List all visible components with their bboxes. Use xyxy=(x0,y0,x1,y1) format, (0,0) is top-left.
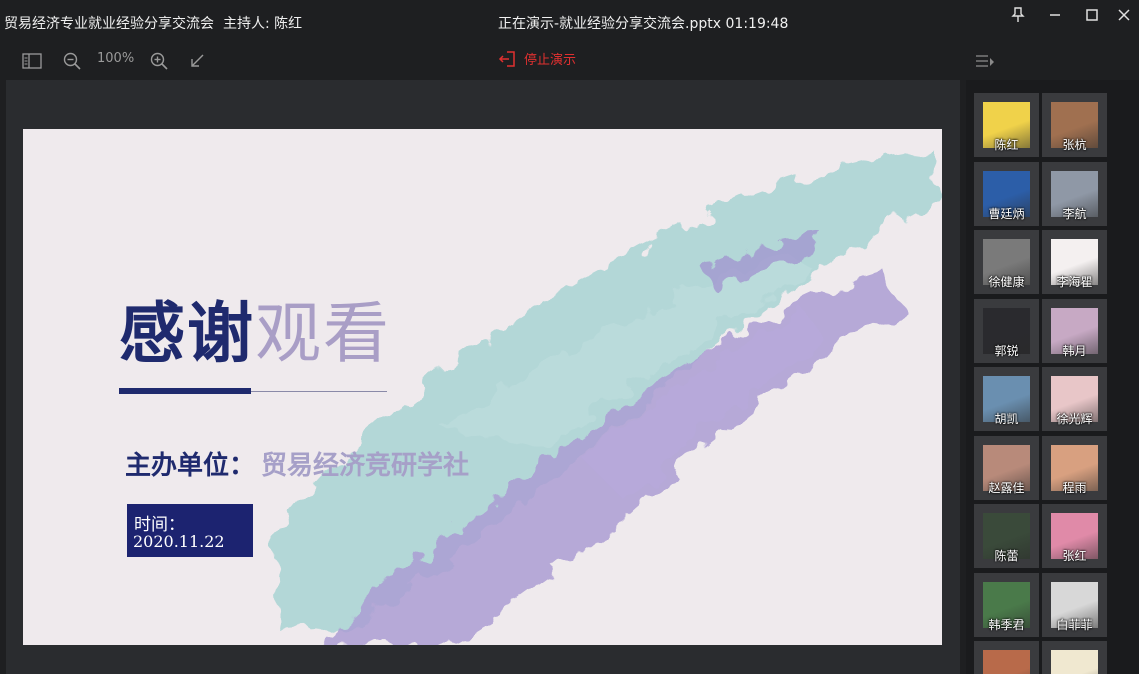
heading-strong-text: 感谢 xyxy=(119,295,255,372)
avatar xyxy=(983,650,1030,674)
presenting-status: 正在演示-就业经验分享交流会.pptx 01:19:48 xyxy=(498,16,789,32)
participant-tile[interactable]: 张杭 xyxy=(1042,93,1107,157)
participant-tile[interactable]: 张红 xyxy=(1042,504,1107,568)
participant-name: 程雨 xyxy=(1062,480,1087,495)
list-collapse-icon xyxy=(976,55,994,67)
participant-name: 徐光辉 xyxy=(1056,412,1093,426)
zoom-out-button[interactable] xyxy=(60,49,84,73)
brush-stroke-decoration xyxy=(273,149,938,645)
title-bar: 贸易经济专业就业经验分享交流会 主持人: 陈红 正在演示-就业经验分享交流会.p… xyxy=(0,0,1139,44)
participant-name: 李海瞿 xyxy=(1056,275,1093,289)
participant-name: 陈红 xyxy=(994,138,1019,152)
presentation-toolbar xyxy=(0,44,960,78)
heading-underline xyxy=(119,388,251,394)
heading-light-text: 观看 xyxy=(255,295,391,372)
participant-name: 韩月 xyxy=(1062,343,1087,358)
participant-name: 曹廷炳 xyxy=(988,206,1025,221)
stop-presenting-label: 停止演示 xyxy=(524,53,577,68)
avatar xyxy=(1051,650,1098,674)
participant-tile[interactable]: 李航 xyxy=(1042,161,1107,226)
minimize-icon xyxy=(1050,14,1060,16)
exit-icon xyxy=(498,50,515,67)
sidebar-icon xyxy=(22,53,42,69)
participant-name: 陈蕾 xyxy=(994,549,1019,563)
participant-tile[interactable] xyxy=(974,641,1039,674)
slide-heading: 感谢观看 xyxy=(119,301,391,367)
participant-name: 韩季君 xyxy=(988,617,1025,632)
participant-tile[interactable] xyxy=(1042,641,1107,674)
stop-presenting-button[interactable]: 停止演示 xyxy=(498,49,576,68)
participant-panel-header xyxy=(960,44,1139,78)
participant-name: 白菲菲 xyxy=(1056,617,1093,632)
participant-name: 郭锐 xyxy=(994,343,1019,358)
participant-name: 李航 xyxy=(1062,206,1087,221)
participant-name: 赵露佳 xyxy=(988,480,1025,495)
maximize-icon xyxy=(1086,9,1098,21)
participant-tile[interactable]: 曹廷炳 xyxy=(974,161,1039,226)
pin-button[interactable] xyxy=(1004,4,1032,26)
fit-window-button[interactable] xyxy=(185,49,209,73)
participant-tile[interactable]: 韩季君 xyxy=(974,572,1039,637)
zoom-in-button[interactable] xyxy=(147,49,171,73)
participant-tile[interactable]: 韩月 xyxy=(1042,298,1107,363)
zoom-out-icon xyxy=(63,52,81,70)
minimize-button[interactable] xyxy=(1041,4,1069,26)
participant-name: 张红 xyxy=(1062,549,1087,563)
meeting-title: 贸易经济专业就业经验分享交流会 xyxy=(4,16,214,32)
participant-tile[interactable]: 郭锐 xyxy=(974,298,1039,363)
participant-name: 徐健康 xyxy=(988,275,1025,289)
sidebar-toggle-button[interactable] xyxy=(20,49,44,73)
zoom-in-icon xyxy=(150,52,168,70)
zoom-level: 100% xyxy=(97,51,135,66)
close-button[interactable] xyxy=(1110,4,1138,26)
host-label: 主持人: 陈红 xyxy=(223,16,303,32)
close-icon xyxy=(1118,9,1130,21)
participant-tile[interactable]: 程雨 xyxy=(1042,435,1107,500)
participant-tile[interactable]: 陈红 xyxy=(974,93,1039,157)
heading-underline-thin xyxy=(251,391,387,392)
participant-name: 张杭 xyxy=(1062,138,1087,152)
participant-name: 胡凯 xyxy=(994,412,1019,426)
date-value: 2020.11.22 xyxy=(133,532,225,551)
participant-tile[interactable]: 陈蕾 xyxy=(974,504,1039,568)
pin-icon xyxy=(1011,7,1025,22)
participant-tile[interactable]: 胡凯 xyxy=(974,367,1039,431)
participant-video-panel: 陈红 张杭曹廷炳 李航徐健康 李海瞿郭锐 韩月胡凯 徐光辉赵露佳 程雨陈蕾 张红韩季君 白菲菲 xyxy=(966,80,1139,674)
participant-tile[interactable]: 徐光辉 xyxy=(1042,367,1107,431)
shrink-arrow-icon xyxy=(191,54,204,67)
participant-list-toggle[interactable] xyxy=(973,49,997,73)
participant-tile[interactable]: 徐健康 xyxy=(974,230,1039,294)
organizer-label: 主办单位： xyxy=(125,451,256,481)
participant-tile[interactable]: 李海瞿 xyxy=(1042,230,1107,294)
presentation-slide: 感谢观看 主办单位： 贸易经济竞研学社 时间： 2020.11.22 xyxy=(23,129,942,645)
date-box: 时间： 2020.11.22 xyxy=(127,504,253,557)
maximize-button[interactable] xyxy=(1078,4,1106,26)
participant-tile[interactable]: 白菲菲 xyxy=(1042,572,1107,637)
organizer-name: 贸易经济竞研学社 xyxy=(261,451,470,481)
participant-tile[interactable]: 赵露佳 xyxy=(974,435,1039,500)
